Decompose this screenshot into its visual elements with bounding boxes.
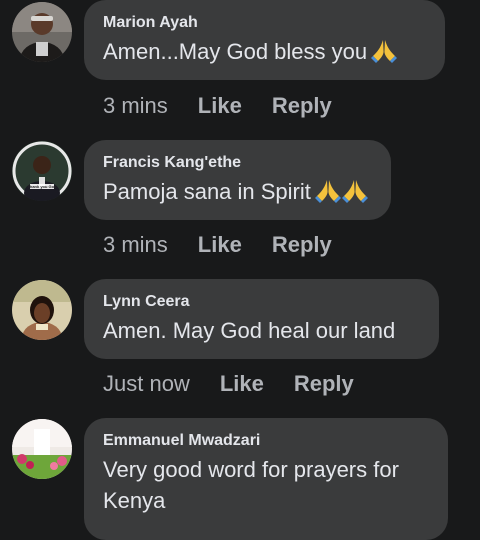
- comment-author[interactable]: Emmanuel Mwadzari: [103, 431, 428, 451]
- comment-text: Amen. May God heal our land: [103, 318, 396, 343]
- comment-author[interactable]: Marion Ayah: [103, 13, 425, 33]
- like-button[interactable]: Like: [198, 93, 242, 119]
- comment-actions: 3 mins Like Reply: [103, 232, 332, 258]
- comment-bubble: Marion Ayah Amen...May God bless you: [84, 0, 445, 80]
- comment-actions: 3 mins Like Reply: [103, 93, 332, 119]
- reply-button[interactable]: Reply: [294, 371, 354, 397]
- comment-bubble: Francis Kang'ethe Pamoja sana in Spirit: [84, 140, 391, 220]
- comment-text: Pamoja sana in Spirit: [103, 176, 371, 211]
- comment-author[interactable]: Lynn Ceera: [103, 292, 419, 312]
- avatar-caption: Thank you God: [27, 184, 57, 189]
- avatar[interactable]: [12, 280, 72, 340]
- reply-button[interactable]: Reply: [272, 232, 332, 258]
- avatar[interactable]: [12, 419, 72, 479]
- comment-timestamp[interactable]: Just now: [103, 371, 190, 397]
- comment-timestamp[interactable]: 3 mins: [103, 93, 168, 119]
- avatar[interactable]: [12, 2, 72, 62]
- folded-hands-icon: [341, 177, 368, 211]
- comment-timestamp[interactable]: 3 mins: [103, 232, 168, 258]
- comment-text: Amen...May God bless you: [103, 36, 425, 71]
- reply-button[interactable]: Reply: [272, 93, 332, 119]
- avatar[interactable]: Thank you God: [12, 141, 72, 201]
- comment-author[interactable]: Francis Kang'ethe: [103, 153, 371, 173]
- like-button[interactable]: Like: [220, 371, 264, 397]
- comment-bubble: Emmanuel Mwadzari Very good word for pra…: [84, 418, 448, 540]
- comment-text: Very good word for prayers for Kenya: [103, 457, 399, 513]
- comment-actions: Just now Like Reply: [103, 371, 354, 397]
- like-button[interactable]: Like: [198, 232, 242, 258]
- folded-hands-icon: [314, 177, 341, 211]
- folded-hands-icon: [371, 37, 398, 71]
- comment-bubble: Lynn Ceera Amen. May God heal our land: [84, 279, 439, 359]
